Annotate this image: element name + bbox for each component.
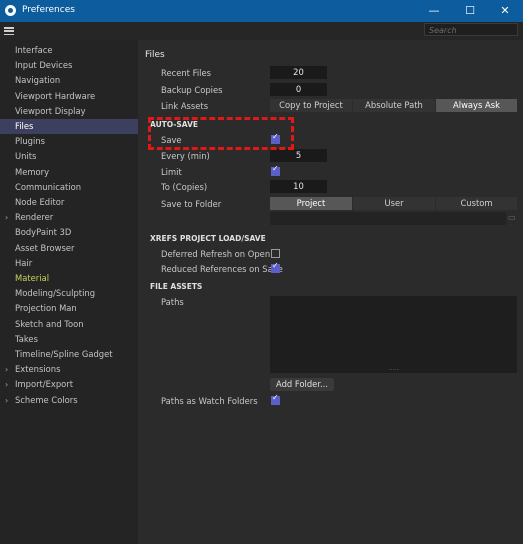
sidebar-item-plugins[interactable]: Plugins xyxy=(0,134,138,149)
sidebar-item-import-export[interactable]: › Import/Export xyxy=(0,377,138,392)
save-to-folder-label: Save to Folder xyxy=(161,199,222,209)
minimize-button[interactable]: — xyxy=(416,0,452,22)
sidebar-item-extensions[interactable]: › Extensions xyxy=(0,362,138,377)
sidebar-item-label: Hair xyxy=(15,257,33,268)
sidebar-item-material[interactable]: Material xyxy=(0,271,138,286)
link-assets-label: Link Assets xyxy=(161,101,209,111)
folder-path-field[interactable] xyxy=(270,212,506,225)
sidebar-item-input-devices[interactable]: Input Devices xyxy=(0,58,138,73)
deferred-refresh-checkbox[interactable] xyxy=(271,249,280,258)
xrefs-header: XREFS PROJECT LOAD/SAVE xyxy=(150,234,266,243)
watch-folders-label: Paths as Watch Folders xyxy=(161,396,258,406)
sidebar-item-files[interactable]: Files xyxy=(0,119,138,134)
every-min-field[interactable]: 5 xyxy=(270,149,327,162)
sidebar-item-label: Communication xyxy=(15,181,82,192)
reduced-references-checkbox[interactable] xyxy=(271,261,280,273)
sidebar-item-viewport-hardware[interactable]: Viewport Hardware xyxy=(0,89,138,104)
page-title: Files xyxy=(145,50,165,60)
expand-arrow-icon[interactable]: › xyxy=(5,362,8,377)
sidebar-item-label: Modeling/Sculpting xyxy=(15,288,96,299)
link-assets-copy-to-project[interactable]: Copy to Project xyxy=(270,99,352,112)
sidebar-item-label: Timeline/Spline Gadget xyxy=(15,349,113,359)
folder-custom-option[interactable]: Custom xyxy=(436,197,517,210)
to-copies-label: To (Copies) xyxy=(161,182,208,192)
sidebar-item-label: Memory xyxy=(15,166,50,177)
file-assets-header: FILE ASSETS xyxy=(150,282,203,291)
sidebar-item-label: Node Editor xyxy=(15,197,65,207)
recent-files-field[interactable]: 20 xyxy=(270,66,327,79)
sidebar-item-memory[interactable]: Memory xyxy=(0,165,138,180)
sidebar-item-timeline-spline-gadget[interactable]: Timeline/Spline Gadget xyxy=(0,347,138,362)
limit-label: Limit xyxy=(161,167,182,177)
paths-label: Paths xyxy=(161,297,184,307)
expand-arrow-icon[interactable]: › xyxy=(5,210,8,225)
sidebar-item-sketch-and-toon[interactable]: Sketch and Toon xyxy=(0,317,138,332)
link-assets-absolute-path[interactable]: Absolute Path xyxy=(353,99,435,112)
sidebar-item-label: Viewport Display xyxy=(15,105,86,116)
sidebar-item-interface[interactable]: Interface xyxy=(0,43,138,58)
sidebar-item-label: Takes xyxy=(15,333,38,344)
add-folder-button[interactable]: Add Folder... xyxy=(270,378,334,391)
search-input[interactable]: Search xyxy=(424,23,518,36)
deferred-refresh-label: Deferred Refresh on Open xyxy=(161,249,271,259)
sidebar-item-label: Extensions xyxy=(15,364,61,375)
title-bar: Preferences — ☐ ✕ xyxy=(0,0,523,22)
highlight-box xyxy=(148,117,294,150)
every-min-label: Every (min) xyxy=(161,151,210,161)
expand-arrow-icon[interactable]: › xyxy=(5,393,8,408)
sidebar-item-modeling-sculpting[interactable]: Modeling/Sculpting xyxy=(0,286,138,301)
sidebar-item-label: Import/Export xyxy=(15,379,74,390)
sidebar-item-hair[interactable]: Hair xyxy=(0,256,138,271)
limit-checkbox[interactable] xyxy=(271,164,280,176)
sidebar-item-label: Units xyxy=(15,151,37,162)
sidebar-item-label: Plugins xyxy=(15,136,45,147)
menu-icon[interactable] xyxy=(4,27,14,36)
expand-arrow-icon[interactable]: › xyxy=(5,377,8,392)
sidebar-item-asset-browser[interactable]: Asset Browser xyxy=(0,241,138,256)
sidebar-item-label: Input Devices xyxy=(15,60,73,71)
paths-list[interactable]: ..... xyxy=(270,296,517,373)
sidebar-item-label: Projection Man xyxy=(15,303,77,314)
sidebar-item-label: Material xyxy=(15,273,50,283)
to-copies-field[interactable]: 10 xyxy=(270,180,327,193)
folder-project-option[interactable]: Project xyxy=(270,197,352,210)
reduced-references-label: Reduced References on Save xyxy=(161,264,283,274)
sidebar-item-node-editor[interactable]: Node Editor xyxy=(0,195,138,210)
sidebar-item-communication[interactable]: Communication xyxy=(0,180,138,195)
backup-copies-label: Backup Copies xyxy=(161,85,223,95)
watch-folders-checkbox[interactable] xyxy=(271,393,280,405)
sidebar-item-label: Interface xyxy=(15,45,53,55)
sidebar-item-navigation[interactable]: Navigation xyxy=(0,73,138,88)
sidebar-item-viewport-display[interactable]: Viewport Display xyxy=(0,104,138,119)
sidebar-item-projection-man[interactable]: Projection Man xyxy=(0,301,138,316)
sidebar-item-renderer[interactable]: › Renderer xyxy=(0,210,138,225)
sidebar-item-label: Files xyxy=(15,121,34,131)
link-assets-always-ask[interactable]: Always Ask xyxy=(436,99,517,112)
sidebar-item-scheme-colors[interactable]: › Scheme Colors xyxy=(0,393,138,408)
sidebar-item-label: Asset Browser xyxy=(15,242,75,253)
recent-files-label: Recent Files xyxy=(161,68,211,78)
sidebar-item-bodypaint-3d[interactable]: BodyPaint 3D xyxy=(0,225,138,240)
sidebar-item-label: Sketch and Toon xyxy=(15,318,84,329)
window-title: Preferences xyxy=(22,5,75,15)
sidebar-item-label: Viewport Hardware xyxy=(15,90,96,101)
resize-grip-icon[interactable]: ..... xyxy=(388,364,399,372)
close-button[interactable]: ✕ xyxy=(487,0,523,22)
folder-icon[interactable]: ▭ xyxy=(508,212,516,222)
folder-user-option[interactable]: User xyxy=(353,197,435,210)
app-logo-icon xyxy=(5,5,16,16)
sidebar-item-units[interactable]: Units xyxy=(0,149,138,164)
sidebar-item-label: BodyPaint 3D xyxy=(15,227,72,238)
maximize-button[interactable]: ☐ xyxy=(452,0,488,22)
main-panel: Files Recent Files 20 Backup Copies 0 Li… xyxy=(138,40,523,544)
sidebar-item-label: Renderer xyxy=(15,212,54,223)
sidebar-item-label: Navigation xyxy=(15,75,61,86)
sidebar-item-takes[interactable]: Takes xyxy=(0,332,138,347)
backup-copies-field[interactable]: 0 xyxy=(270,83,327,96)
sidebar: Interface Input Devices Navigation Viewport… xyxy=(0,40,138,544)
sidebar-item-label: Scheme Colors xyxy=(15,394,78,405)
